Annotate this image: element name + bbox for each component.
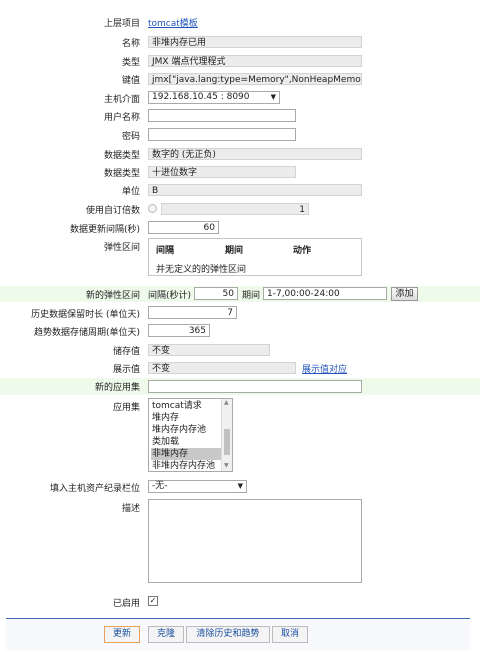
new-flex-interval-input[interactable] [194,287,238,300]
applications-label: 应用集 [112,403,140,413]
new-flex-label: 新的弹性区间 [85,291,140,301]
list-item-selected[interactable]: 非堆内存 [151,448,221,460]
enabled-label: 已启用 [112,599,140,609]
name-field: 非堆内存已用 [148,36,362,48]
store-value-row: 储存值 不变 [0,342,480,358]
delay-row: 数据更新间隔(秒) [0,220,480,236]
update-button[interactable]: 更新 [104,626,140,643]
new-application-label: 新的应用集 [94,383,140,393]
units-field: B [148,184,362,196]
multiplier-row: 使用自订倍数 1 [0,201,480,217]
value-mapping-link[interactable]: 展示值对应 [302,362,347,375]
password-row: 密码 [0,127,480,143]
flex-header-action: 动作 [293,246,312,256]
multiplier-label: 使用自订倍数 [85,206,140,216]
trends-row: 趋势数据存储周期(单位天) [0,323,480,339]
password-label: 密码 [121,132,140,142]
trends-label: 趋势数据存储周期(单位天) [33,328,140,338]
flex-empty-text: 并无定义的的弹性区间 [156,265,247,275]
username-input[interactable] [148,109,296,122]
flex-header-interval: 间隔 [156,246,175,256]
info-type-label: 数据类型 [103,151,140,161]
show-value-row: 展示值 不变 展示值对应 [0,360,480,376]
name-label: 名称 [121,39,140,49]
data-type-label: 数据类型 [103,169,140,179]
new-application-row: 新的应用集 [0,378,480,395]
interface-select[interactable]: 192.168.10.45 : 8090 ▼ [148,91,280,104]
new-flex-period-input[interactable] [263,287,387,300]
name-row: 名称 非堆内存已用 [0,34,480,50]
scroll-up-icon[interactable]: ▲ [224,399,229,406]
type-row: 类型 JMX 端点代理程式 [0,53,480,69]
inventory-label: 填入主机资产纪录栏位 [49,484,140,494]
clear-history-button[interactable]: 清除历史和趋势 [186,626,270,643]
enabled-checkbox[interactable]: ✓ [148,596,158,606]
key-label: 键值 [121,76,140,86]
clone-button[interactable]: 克隆 [148,626,184,643]
data-type-row: 数据类型 十进位数字 [0,164,480,180]
cancel-button[interactable]: 取消 [272,626,308,643]
scrollbar-thumb[interactable] [224,429,230,455]
store-value-field: 不变 [148,344,270,356]
interface-label: 主机介面 [103,95,140,105]
password-input[interactable] [148,128,296,141]
list-item[interactable]: tomcat请求 [151,400,221,412]
inventory-select-value: -无- [152,481,168,491]
store-value-label: 储存值 [112,347,140,357]
interface-row: 主机介面 192.168.10.45 : 8090 ▼ [0,90,480,106]
inventory-row: 填入主机资产纪录栏位 -无- ▼ [0,479,480,495]
flex-intervals-table: 间隔 期间 动作 并无定义的的弹性区间 [148,238,362,276]
type-field: JMX 端点代理程式 [148,55,362,67]
key-row: 键值 jmx["java.lang:type=Memory",NonHeapMe… [0,71,480,87]
inventory-select[interactable]: -无- ▼ [148,480,247,493]
trends-input[interactable] [148,324,210,337]
new-flex-interval-label: 间隔(秒计) [148,291,192,301]
description-row: 描述 [0,499,480,585]
flex-row: 弹性区间 间隔 期间 动作 并无定义的的弹性区间 [0,238,480,280]
list-item[interactable]: 非堆内存内存池 [151,460,221,472]
footer-divider [6,618,470,619]
new-application-input[interactable] [148,380,362,393]
delay-label: 数据更新间隔(秒) [69,225,140,235]
enabled-row: 已启用 ✓ [0,594,480,610]
data-type-field: 十进位数字 [148,166,296,178]
username-row: 用户名称 [0,108,480,124]
new-flex-row: 新的弹性区间 间隔(秒计) 期间 添加 [0,286,480,302]
add-flex-button[interactable]: 添加 [391,287,418,301]
list-item[interactable]: 堆内存内存池 [151,424,221,436]
flex-header-period: 期间 [225,246,244,256]
parent-row: 上层项目 tomcat模板 [0,14,480,30]
parent-label: 上层项目 [103,19,140,29]
chevron-down-icon: ▼ [270,93,276,101]
key-field: jmx["java.lang:type=Memory",NonHeapMemor [148,73,362,85]
scroll-down-icon[interactable]: ▼ [224,462,229,469]
new-flex-period-label: 期间 [242,291,261,301]
applications-row: 应用集 tomcat请求 堆内存 堆内存内存池 类加载 非堆内存 非堆内存内存池… [0,398,480,474]
parent-template-link[interactable]: tomcat模板 [148,16,198,29]
info-type-row: 数据类型 数字的 (无正负) [0,146,480,162]
list-item[interactable]: 类加载 [151,436,221,448]
delay-input[interactable] [148,221,219,234]
description-label: 描述 [121,504,140,514]
units-row: 单位 B [0,182,480,198]
show-value-label: 展示值 [112,365,140,375]
history-input[interactable] [148,306,237,319]
history-label: 历史数据保留时长 (单位天) [31,310,140,320]
list-item[interactable]: 堆内存 [151,412,221,424]
description-textarea[interactable] [148,499,362,583]
applications-listbox[interactable]: tomcat请求 堆内存 堆内存内存池 类加载 非堆内存 非堆内存内存池 ▲ ▼ [148,398,233,472]
multiplier-field: 1 [161,203,309,215]
units-label: 单位 [121,187,140,197]
type-label: 类型 [121,58,140,68]
username-label: 用户名称 [103,113,140,123]
info-type-field: 数字的 (无正负) [148,148,362,160]
history-row: 历史数据保留时长 (单位天) [0,305,480,321]
show-value-field: 不变 [148,362,296,374]
multiplier-checkbox[interactable] [148,204,157,213]
chevron-down-icon: ▼ [237,482,243,490]
interface-select-value: 192.168.10.45 : 8090 [152,92,250,102]
listbox-scrollbar[interactable]: ▲ ▼ [221,399,232,471]
flex-label: 弹性区间 [103,243,140,253]
